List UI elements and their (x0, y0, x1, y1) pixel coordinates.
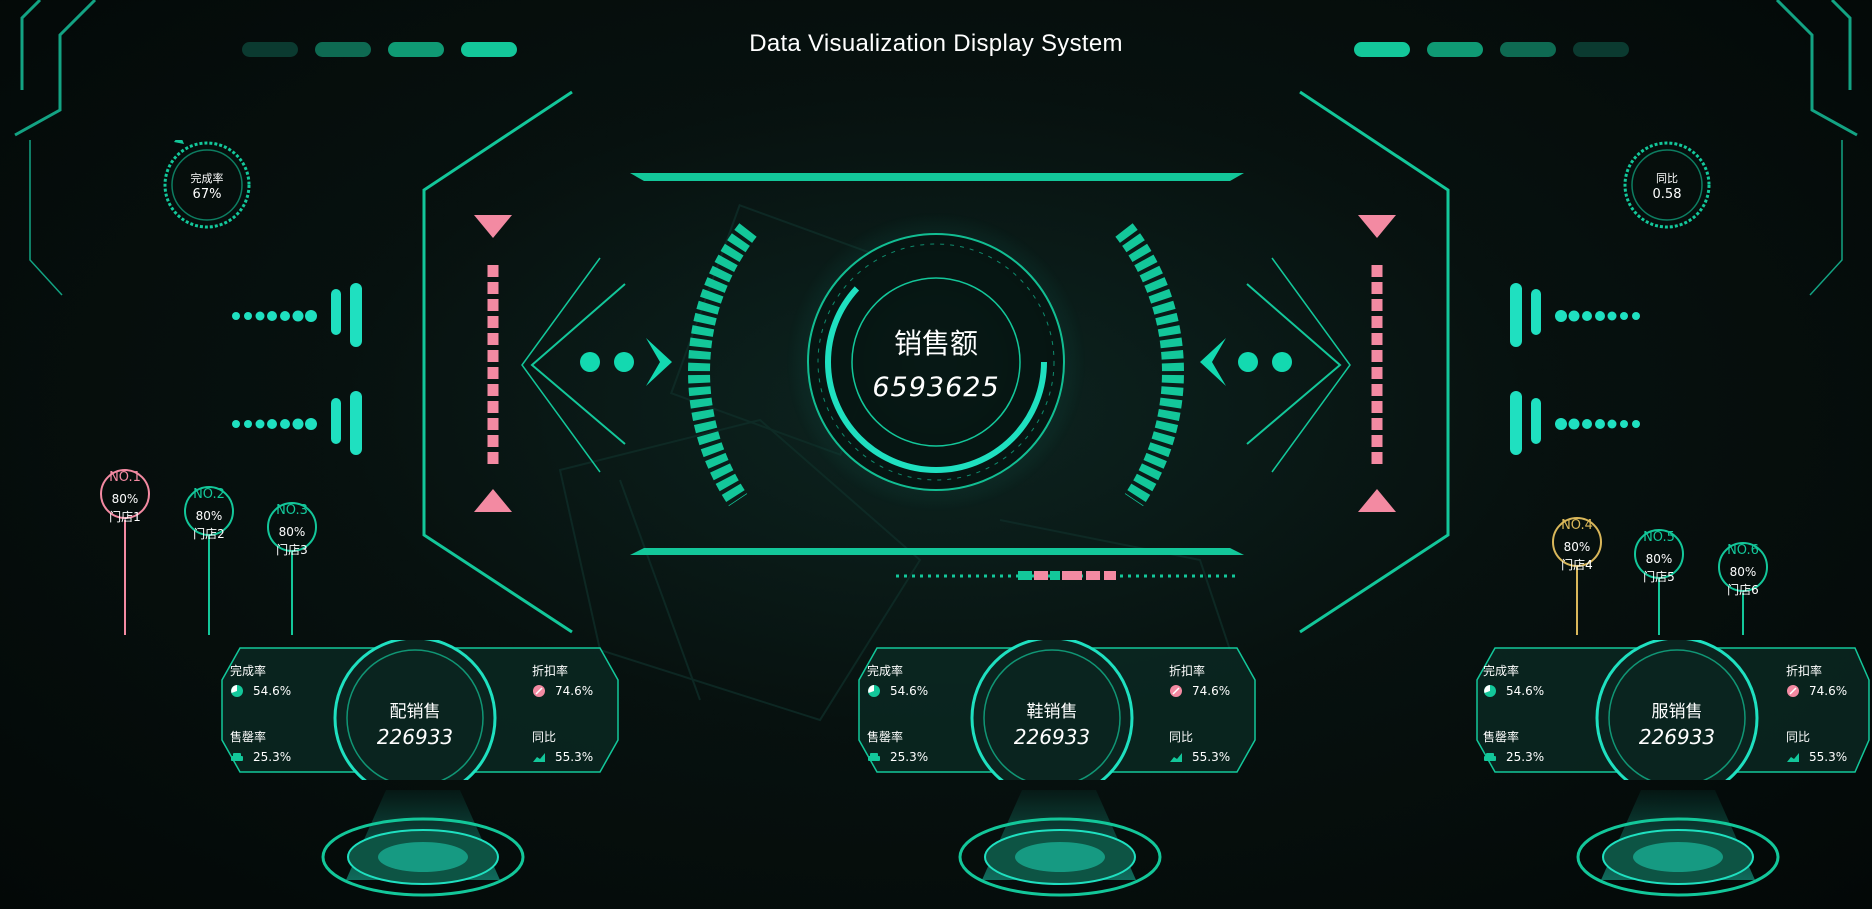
store-pin-5[interactable]: NO.5 80% 门店5 (1633, 528, 1685, 584)
store-name: 门店5 (1643, 570, 1675, 584)
completion-value: 54.6% (1506, 684, 1545, 698)
car-icon (868, 753, 880, 761)
completion-label: 完成率 (230, 664, 267, 678)
store-name: 门店6 (1727, 583, 1759, 597)
store-pct: 80% (1729, 565, 1757, 579)
store-rank: NO.1 (109, 470, 141, 485)
sales-rate-value: 25.3% (890, 750, 929, 764)
car-icon (1484, 753, 1496, 761)
gauge-label: 同比 (1656, 172, 1678, 185)
store-rank: NO.3 (276, 503, 308, 518)
header-pill (1354, 42, 1410, 57)
total-sales-label: 销售额 (893, 327, 978, 360)
store-pin-3[interactable]: NO.3 80% 门店3 (266, 501, 318, 557)
sales-rate-value: 25.3% (253, 750, 292, 764)
sales-rate-value: 25.3% (1506, 750, 1545, 764)
pie-icon (1484, 685, 1496, 697)
discount-value: 74.6% (1809, 684, 1848, 698)
store-rank: NO.4 (1561, 518, 1593, 533)
gauge-value: 67% (192, 187, 222, 202)
header-pill (1427, 42, 1483, 57)
pie-icon (868, 685, 880, 697)
discount-value: 74.6% (1192, 684, 1231, 698)
yoy-value: 55.3% (1192, 750, 1231, 764)
discount-icon (1787, 685, 1799, 697)
completion-gauge: 完成率 67% (162, 134, 252, 230)
sales-panel-shoes[interactable]: 完成率 54.6% 售罄率 25.3% 鞋销售 226933 折扣率 74.6%… (847, 640, 1257, 780)
panel-value: 226933 (1013, 725, 1091, 749)
gauge-label: 完成率 (190, 172, 224, 185)
yoy-value: 55.3% (1809, 750, 1848, 764)
panel-value: 226933 (376, 725, 454, 749)
pie-icon (231, 685, 243, 697)
store-name: 门店3 (276, 543, 308, 557)
panel-title: 服销售 (1651, 702, 1703, 722)
store-pin-2[interactable]: NO.2 80% 门店2 (183, 485, 235, 541)
panel-title: 鞋销售 (1026, 702, 1078, 722)
panel-title: 配销售 (389, 702, 441, 722)
completion-value: 54.6% (253, 684, 292, 698)
completion-value: 54.6% (890, 684, 929, 698)
sales-panel-accessories[interactable]: 完成率 54.6% 售罄率 25.3% 配销售 226933 折扣率 74.6%… (210, 640, 620, 780)
discount-icon (1170, 685, 1182, 697)
discount-value: 74.6% (555, 684, 594, 698)
store-pct: 80% (111, 492, 139, 506)
store-rank: NO.6 (1727, 543, 1759, 558)
store-name: 门店2 (193, 527, 225, 541)
trend-icon (1170, 753, 1182, 762)
discount-label: 折扣率 (1786, 664, 1823, 678)
gauge-value: 0.58 (1652, 187, 1682, 202)
yoy-label: 同比 (1169, 730, 1194, 744)
sales-rate-label: 售罄率 (1483, 730, 1520, 744)
store-pct: 80% (278, 525, 306, 539)
store-pin-1[interactable]: NO.1 80% 门店1 (99, 468, 151, 524)
store-rank: NO.2 (193, 487, 225, 502)
store-pin-6[interactable]: NO.6 80% 门店6 (1717, 541, 1769, 597)
discount-label: 折扣率 (532, 664, 569, 678)
store-name: 门店4 (1561, 558, 1593, 572)
store-pct: 80% (195, 509, 223, 523)
car-icon (231, 753, 243, 761)
yoy-label: 同比 (532, 730, 557, 744)
discount-label: 折扣率 (1169, 664, 1206, 678)
store-name: 门店1 (109, 510, 141, 524)
yoy-label: 同比 (1786, 730, 1811, 744)
completion-label: 完成率 (867, 664, 904, 678)
header-pill (1500, 42, 1556, 57)
store-pct: 80% (1563, 540, 1591, 554)
discount-icon (533, 685, 545, 697)
total-sales-value: 6593625 (872, 372, 1000, 403)
sales-panel-apparel[interactable]: 完成率 54.6% 售罄率 25.3% 服销售 226933 折扣率 74.6%… (1465, 640, 1872, 780)
header-pill (1573, 42, 1629, 57)
store-pct: 80% (1645, 552, 1673, 566)
yoy-gauge: 同比 0.58 (1622, 140, 1712, 230)
store-pin-4[interactable]: NO.4 80% 门店4 (1551, 516, 1603, 572)
trend-icon (533, 753, 545, 762)
sales-rate-label: 售罄率 (867, 730, 904, 744)
yoy-value: 55.3% (555, 750, 594, 764)
store-rank: NO.5 (1643, 530, 1675, 545)
trend-icon (1787, 753, 1799, 762)
completion-label: 完成率 (1483, 664, 1520, 678)
panel-value: 226933 (1638, 725, 1716, 749)
sales-rate-label: 售罄率 (230, 730, 267, 744)
